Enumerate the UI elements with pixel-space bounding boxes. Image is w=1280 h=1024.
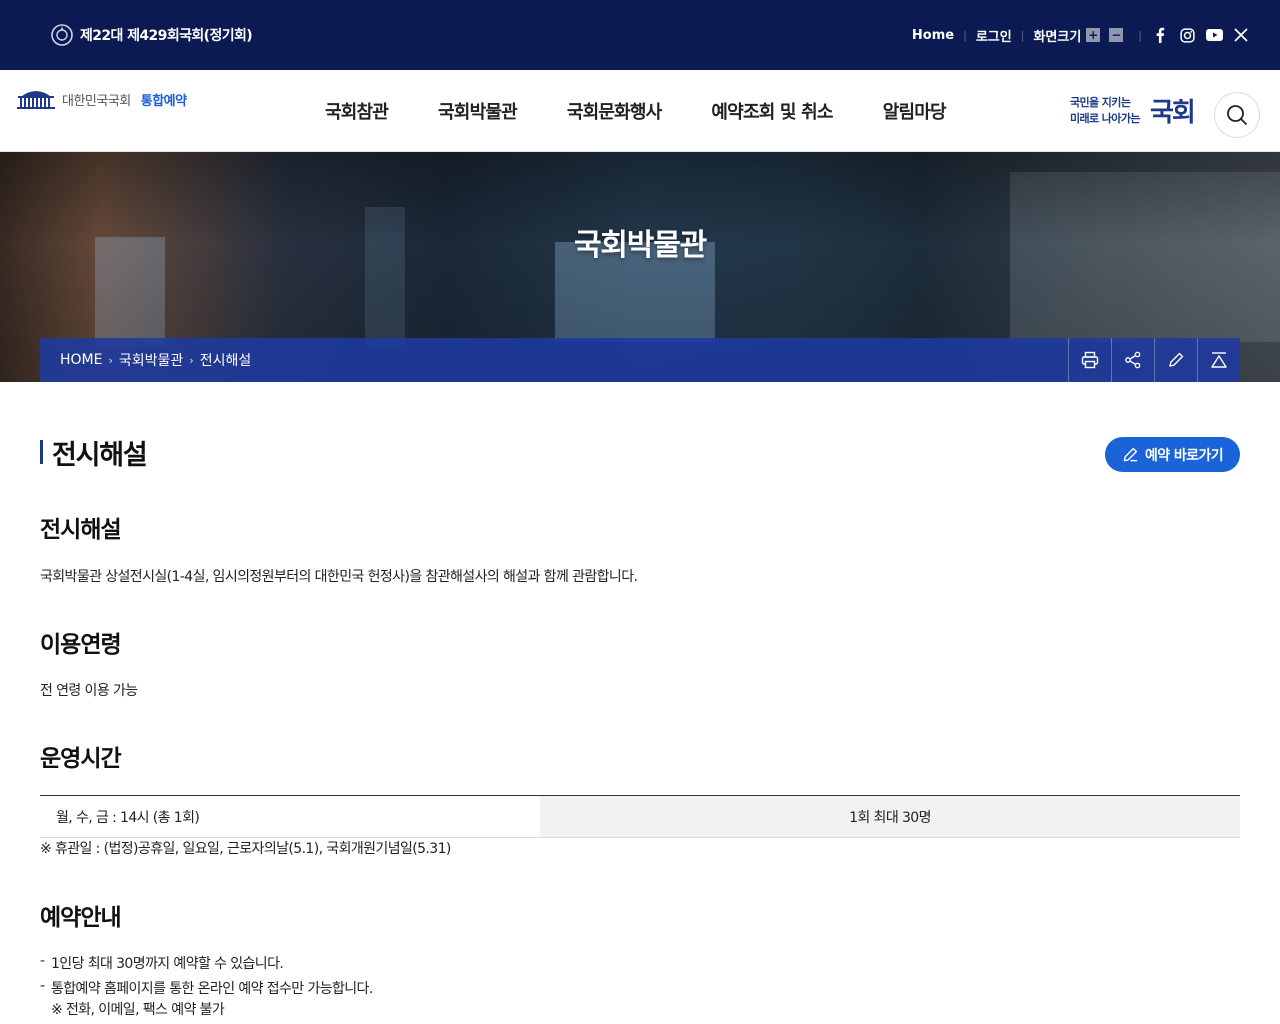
zoom-in-button[interactable]: + — [1086, 28, 1101, 42]
nav-item-museum[interactable]: 국회박물관 — [413, 98, 542, 124]
top-icon — [1211, 352, 1227, 368]
breadcrumb-home[interactable]: HOME — [60, 352, 102, 368]
divider: | — [1020, 28, 1025, 42]
breadcrumb-bar: HOME › 국회박물관 › 전시해설 — [40, 338, 1240, 382]
pencil-icon — [1169, 352, 1184, 367]
title-accent-bar — [40, 440, 43, 464]
reserve-shortcut-button[interactable]: 예약 바로가기 — [1105, 437, 1240, 472]
edit-button[interactable] — [1154, 338, 1197, 382]
reservation-item-text: 통합예약 홈페이지를 통한 온라인 예약 접수만 가능합니다. — [51, 981, 373, 997]
section-title-reservation: 예약안내 — [40, 905, 122, 931]
section-title-hours: 운영시간 — [40, 746, 122, 772]
section-title-age: 이용연령 — [40, 632, 122, 658]
dash-bullet: - — [40, 953, 45, 969]
nav-item-reservation-lookup[interactable]: 예약조회 및 취소 — [686, 98, 857, 124]
age-text: 전 연령 이용 가능 — [40, 683, 138, 699]
list-item: - 1인당 최대 30명까지 예약할 수 있습니다. — [40, 953, 284, 973]
chevron-right-icon: › — [189, 353, 194, 367]
font-size-label: 화면크기 — [1033, 29, 1082, 45]
list-item: - 통합예약 홈페이지를 통한 온라인 예약 접수만 가능합니다. — [40, 978, 373, 998]
assembly-building-icon — [17, 91, 55, 109]
description-text: 국회박물관 상설전시실(1-4실, 임시의정원부터의 대한민국 헌정사)을 참관… — [40, 569, 638, 585]
breadcrumb: HOME › 국회박물관 › 전시해설 — [60, 338, 251, 382]
page-title: 전시해설 — [40, 437, 148, 471]
hero-banner: 국회박물관 HOME › 국회박물관 › 전시해설 — [0, 152, 1280, 382]
print-button[interactable] — [1068, 338, 1111, 382]
page-title-text: 전시해설 — [52, 439, 148, 471]
nav-item-assembly-tour[interactable]: 국회참관 — [300, 98, 413, 124]
nav-item-notices[interactable]: 알림마당 — [858, 98, 971, 124]
logo-subtitle: 통합예약 — [140, 93, 187, 109]
site-logo[interactable]: 대한민국국회 통합예약 — [16, 88, 187, 110]
instagram-icon[interactable] — [1178, 26, 1196, 44]
divider: | — [963, 28, 967, 42]
x-twitter-icon[interactable] — [1232, 26, 1250, 44]
site-header: 대한민국국회 통합예약 국회참관 국회박물관 국회문화행사 예약조회 및 취소 … — [0, 70, 1280, 152]
main-navigation: 국회참관 국회박물관 국회문화행사 예약조회 및 취소 알림마당 — [300, 70, 971, 152]
reservation-sub-note: ※ 전화, 이메일, 팩스 예약 불가 — [51, 1002, 225, 1018]
logo-text: 대한민국국회 — [62, 93, 131, 109]
session-label: 제22대 제429회국회(정기회) — [80, 28, 253, 44]
reserve-shortcut-label: 예약 바로가기 — [1145, 447, 1224, 464]
hours-table: 월, 수, 금 : 14시 (총 1회) 1회 최대 30명 — [40, 795, 1240, 838]
facebook-icon[interactable] — [1151, 26, 1169, 44]
search-icon — [1227, 105, 1248, 126]
hours-schedule-cell: 월, 수, 금 : 14시 (총 1회) — [56, 809, 200, 826]
search-button[interactable] — [1214, 92, 1260, 138]
reservation-item-text: 1인당 최대 30명까지 예약할 수 있습니다. — [51, 956, 284, 972]
hero-title: 국회박물관 — [574, 228, 707, 263]
slogan-line-2: 미래로 나아가는 — [1070, 112, 1140, 125]
scroll-top-button[interactable] — [1197, 338, 1240, 382]
print-icon — [1081, 351, 1099, 369]
assembly-emblem-icon — [50, 23, 74, 47]
holiday-note: ※ 휴관일 : (법정)공휴일, 일요일, 근로자의날(5.1), 국회개원기념… — [40, 841, 451, 857]
top-utility-bar: 제22대 제429회국회(정기회) Home | 로그인 | 화면크기 + − … — [0, 0, 1280, 70]
hours-capacity-cell: 1회 최대 30명 — [540, 796, 1240, 837]
assembly-session: 제22대 제429회국회(정기회) — [50, 22, 253, 48]
pencil-icon — [1123, 447, 1138, 462]
page-tools — [1068, 338, 1240, 382]
divider: | — [1138, 28, 1142, 42]
breadcrumb-museum[interactable]: 국회박물관 — [119, 350, 183, 370]
home-link[interactable]: Home — [912, 28, 954, 43]
slogan-main: 국회 — [1150, 98, 1196, 128]
youtube-icon[interactable] — [1205, 26, 1223, 44]
share-icon — [1125, 351, 1141, 369]
slogan-banner: 국민을 지키는 미래로 나아가는 국회 — [1070, 92, 1202, 130]
breadcrumb-current[interactable]: 전시해설 — [200, 350, 252, 370]
chevron-right-icon: › — [108, 353, 113, 367]
section-title-description: 전시해설 — [40, 517, 122, 543]
nav-item-cultural-events[interactable]: 국회문화행사 — [542, 98, 687, 124]
dash-bullet: - — [40, 978, 45, 994]
share-button[interactable] — [1111, 338, 1154, 382]
zoom-out-button[interactable]: − — [1109, 28, 1124, 42]
slogan-line-1: 국민을 지키는 — [1070, 96, 1131, 109]
login-link[interactable]: 로그인 — [976, 26, 1012, 45]
utility-menu: Home | 로그인 | 화면크기 + − | — [912, 22, 1250, 48]
